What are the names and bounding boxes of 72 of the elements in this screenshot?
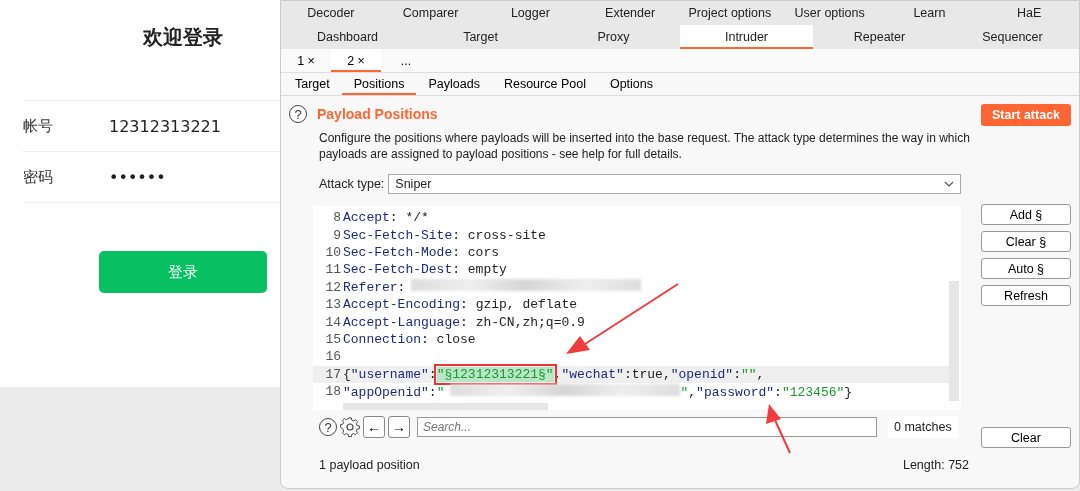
code-line: {"username":"§12312313221§","wechat":true,"openid":"",	[343, 366, 765, 382]
clear-button[interactable]: Clear	[981, 427, 1071, 448]
attack-type-label: Attack type:	[319, 177, 385, 191]
code-line: "appOpenid":" ","password":"123456"}	[343, 383, 853, 400]
marker-button[interactable]: Auto §	[981, 258, 1071, 279]
code-line: Accept: */*	[343, 210, 429, 226]
tool-tab[interactable]: Intruder	[680, 25, 813, 49]
line-number: 8	[332, 210, 342, 226]
line-number: 12	[324, 279, 342, 295]
attack-type-dropdown[interactable]: Sniper	[388, 174, 961, 194]
help-icon[interactable]: ?	[319, 418, 337, 436]
annotation-arrow	[766, 404, 791, 454]
line-number: 10	[324, 244, 342, 260]
line-number: 14	[324, 314, 342, 330]
code-line: Accept-Language: zh-CN,zh;q=0.9	[343, 314, 585, 330]
line-number: 13	[324, 297, 342, 313]
marker-button[interactable]: Refresh	[981, 285, 1071, 306]
match-count: 0 matches	[888, 416, 958, 438]
line-number: 11	[324, 262, 342, 278]
tool-tab[interactable]: Proxy	[547, 25, 680, 49]
field-label: 密码	[23, 167, 54, 187]
tool-tab[interactable]: Sequencer	[946, 25, 1079, 49]
description: Configure the positions where payloads will be inserted into the base request. The attack type determines the way in which payloads are assigned to payload positions - see help for full details.	[319, 130, 971, 162]
code-line: Sec-Fetch-Mode: cors	[343, 244, 500, 260]
settings-icon[interactable]	[340, 417, 360, 437]
line-number: 17	[324, 366, 342, 382]
request-editor[interactable]	[313, 206, 961, 410]
back-button[interactable]: ←	[363, 416, 385, 438]
scrollbar[interactable]	[949, 281, 959, 401]
section-heading: Payload Positions	[317, 106, 438, 122]
tool-tab[interactable]: Repeater	[813, 25, 946, 49]
code-line: Sec-Fetch-Site: cross-site	[343, 227, 546, 243]
tool-tab[interactable]: Project options	[680, 1, 780, 25]
tool-tab[interactable]: Dashboard	[281, 25, 414, 49]
line-number: 9	[332, 227, 342, 243]
request-tab[interactable]: 2 ×	[331, 49, 381, 72]
account-field[interactable]: 12312313221	[109, 116, 221, 136]
tool-tab[interactable]: Extender	[580, 1, 680, 25]
marker-button[interactable]: Add §	[981, 204, 1071, 225]
request-tab[interactable]: ...	[381, 49, 431, 72]
tool-tab[interactable]: HaE	[979, 1, 1079, 25]
code-line: Sec-Fetch-Dest: empty	[343, 262, 507, 278]
line-number: 15	[324, 331, 342, 347]
field-label: 帐号	[23, 116, 54, 136]
tool-tab[interactable]: Learn	[879, 1, 980, 25]
code-line: Accept-Encoding: gzip, deflate	[343, 297, 578, 313]
forward-button[interactable]: →	[388, 416, 410, 438]
login-title: 欢迎登录	[143, 24, 224, 51]
sub-tab[interactable]: Payloads	[416, 73, 492, 95]
request-tab[interactable]: 1 ×	[281, 49, 331, 72]
tool-tab[interactable]: Logger	[480, 1, 581, 25]
payload-count: 1 payload position	[319, 458, 420, 472]
scrollbar[interactable]	[343, 403, 548, 410]
payload-marker: "§12312313221§"	[436, 366, 554, 382]
help-icon[interactable]: ?	[289, 105, 307, 123]
sub-tab[interactable]: Positions	[341, 73, 417, 95]
line-number: 18	[324, 384, 342, 400]
marker-button[interactable]: Clear §	[981, 231, 1071, 252]
code-line: Connection: close	[343, 331, 476, 347]
sub-tab[interactable]: Options	[597, 73, 665, 95]
chevron-icon	[944, 181, 954, 187]
tool-tab[interactable]: Comparer	[380, 1, 481, 25]
tool-tab[interactable]: Target	[414, 25, 547, 49]
password-field[interactable]: ••••••	[109, 167, 166, 187]
tool-tab[interactable]: User options	[779, 1, 880, 25]
request-length: Length: 752	[902, 458, 969, 472]
sub-tab[interactable]: Resource Pool	[491, 73, 598, 95]
sub-tab[interactable]: Target	[283, 73, 342, 95]
search-field[interactable]: Search...	[417, 417, 877, 437]
code-line: Referer:	[343, 279, 642, 296]
line-number: 16	[324, 349, 342, 365]
tool-tab[interactable]: Decoder	[281, 1, 381, 25]
